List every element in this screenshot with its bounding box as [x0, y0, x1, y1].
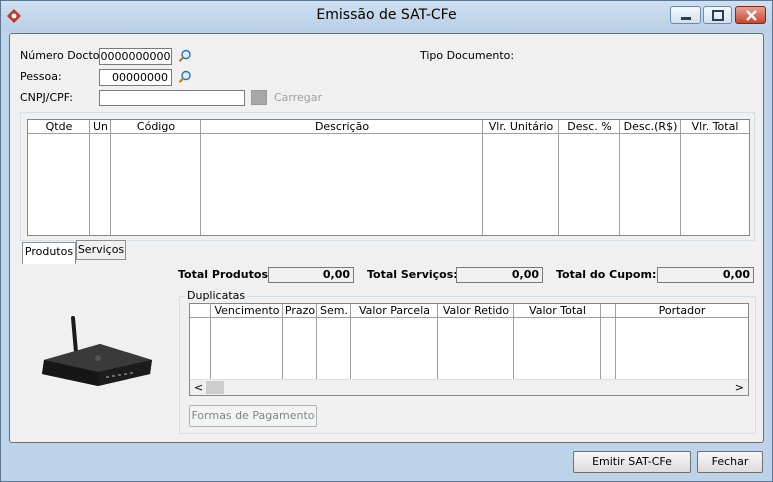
column-header-valor-total[interactable]: Valor Total	[514, 304, 601, 318]
fechar-label: Fechar	[711, 455, 749, 468]
horizontal-scrollbar[interactable]: < >	[190, 379, 748, 395]
items-grid[interactable]: Qtde Un Código Descrição Vlr. Unitário D…	[27, 119, 750, 236]
close-icon	[746, 10, 757, 21]
column-header-vlr-total[interactable]: Vlr. Total	[681, 120, 749, 134]
scroll-left-arrow[interactable]: <	[194, 380, 203, 395]
tab-produtos[interactable]: Produtos	[22, 242, 76, 264]
numero-docto-label: Número Docto:	[20, 49, 104, 62]
column-header-qtde[interactable]: Qtde	[28, 120, 90, 134]
minimize-icon	[681, 17, 691, 20]
cnpj-cpf-label: CNPJ/CPF:	[20, 91, 73, 104]
tipo-documento-label: Tipo Documento:	[420, 49, 515, 62]
total-produtos-label: Total Produtos:	[178, 268, 273, 281]
carregar-label: Carregar	[274, 91, 323, 104]
window-title: Emissão de SAT-CFe	[316, 7, 457, 23]
emitir-sat-cfe-button[interactable]: Emitir SAT-CFe	[573, 451, 691, 473]
carregar-checkbox[interactable]	[251, 90, 267, 105]
column-header-prazo[interactable]: Prazo	[283, 304, 317, 318]
sat-device-image	[42, 316, 152, 386]
form-panel: Número Docto: 0000000000 Pessoa: 0000000…	[9, 33, 764, 443]
column-header-valor-retido[interactable]: Valor Retido	[438, 304, 514, 318]
column-header-un[interactable]: Un	[90, 120, 111, 134]
column-header-codigo[interactable]: Código	[111, 120, 201, 134]
items-col-descricao	[201, 120, 483, 235]
column-header-valor-parcela[interactable]: Valor Parcela	[351, 304, 438, 318]
items-col-desc-pct	[559, 120, 620, 235]
items-col-codigo	[111, 120, 201, 235]
minimize-button[interactable]	[670, 6, 701, 24]
total-servicos-label: Total Serviços:	[367, 268, 458, 281]
items-col-qtde	[28, 120, 90, 235]
column-header-sem[interactable]: Sem.	[317, 304, 351, 318]
scroll-thumb[interactable]	[206, 381, 224, 394]
fechar-button[interactable]: Fechar	[697, 451, 763, 473]
total-cupom-label: Total do Cupom:	[556, 268, 657, 281]
scroll-right-arrow[interactable]: >	[735, 380, 744, 395]
maximize-button[interactable]	[703, 6, 732, 24]
column-header-descricao[interactable]: Descrição	[201, 120, 483, 134]
formas-pagamento-button[interactable]: Formas de Pagamento	[189, 405, 317, 427]
items-col-desc-rs	[620, 120, 681, 235]
window: Emissão de SAT-CFe Número Docto: 0000000…	[0, 0, 773, 482]
tab-servicos[interactable]: Serviços	[76, 240, 126, 260]
total-produtos-value: 0,00	[268, 267, 354, 283]
total-cupom-value: 0,00	[657, 267, 754, 283]
items-col-vlr-unitario	[483, 120, 559, 235]
maximize-icon	[712, 10, 724, 21]
formas-pagamento-label: Formas de Pagamento	[191, 409, 315, 422]
search-icon[interactable]	[178, 70, 192, 84]
column-header-desc-rs[interactable]: Desc.(R$)	[620, 120, 681, 134]
pessoa-label: Pessoa:	[20, 70, 62, 83]
total-servicos-value: 0,00	[456, 267, 543, 283]
column-header-vencimento[interactable]: Vencimento	[211, 304, 283, 318]
emitir-sat-cfe-label: Emitir SAT-CFe	[592, 455, 672, 468]
column-header-indicator[interactable]	[190, 304, 211, 318]
numero-docto-field[interactable]: 0000000000	[99, 48, 172, 65]
column-header-blank[interactable]	[601, 304, 616, 318]
column-header-portador[interactable]: Portador	[616, 304, 748, 318]
items-col-un	[90, 120, 111, 235]
duplicatas-title: Duplicatas	[185, 289, 248, 302]
cnpj-cpf-field[interactable]	[99, 90, 245, 106]
column-header-desc-pct[interactable]: Desc. %	[559, 120, 620, 134]
pessoa-field[interactable]: 00000000	[99, 69, 172, 86]
search-icon[interactable]	[178, 49, 192, 63]
duplicatas-grid[interactable]: Vencimento Prazo Sem. Valor Parcela Valo…	[189, 303, 749, 396]
column-header-vlr-unitario[interactable]: Vlr. Unitário	[483, 120, 559, 134]
close-button[interactable]	[735, 6, 766, 24]
title-bar[interactable]: Emissão de SAT-CFe	[1, 1, 772, 31]
